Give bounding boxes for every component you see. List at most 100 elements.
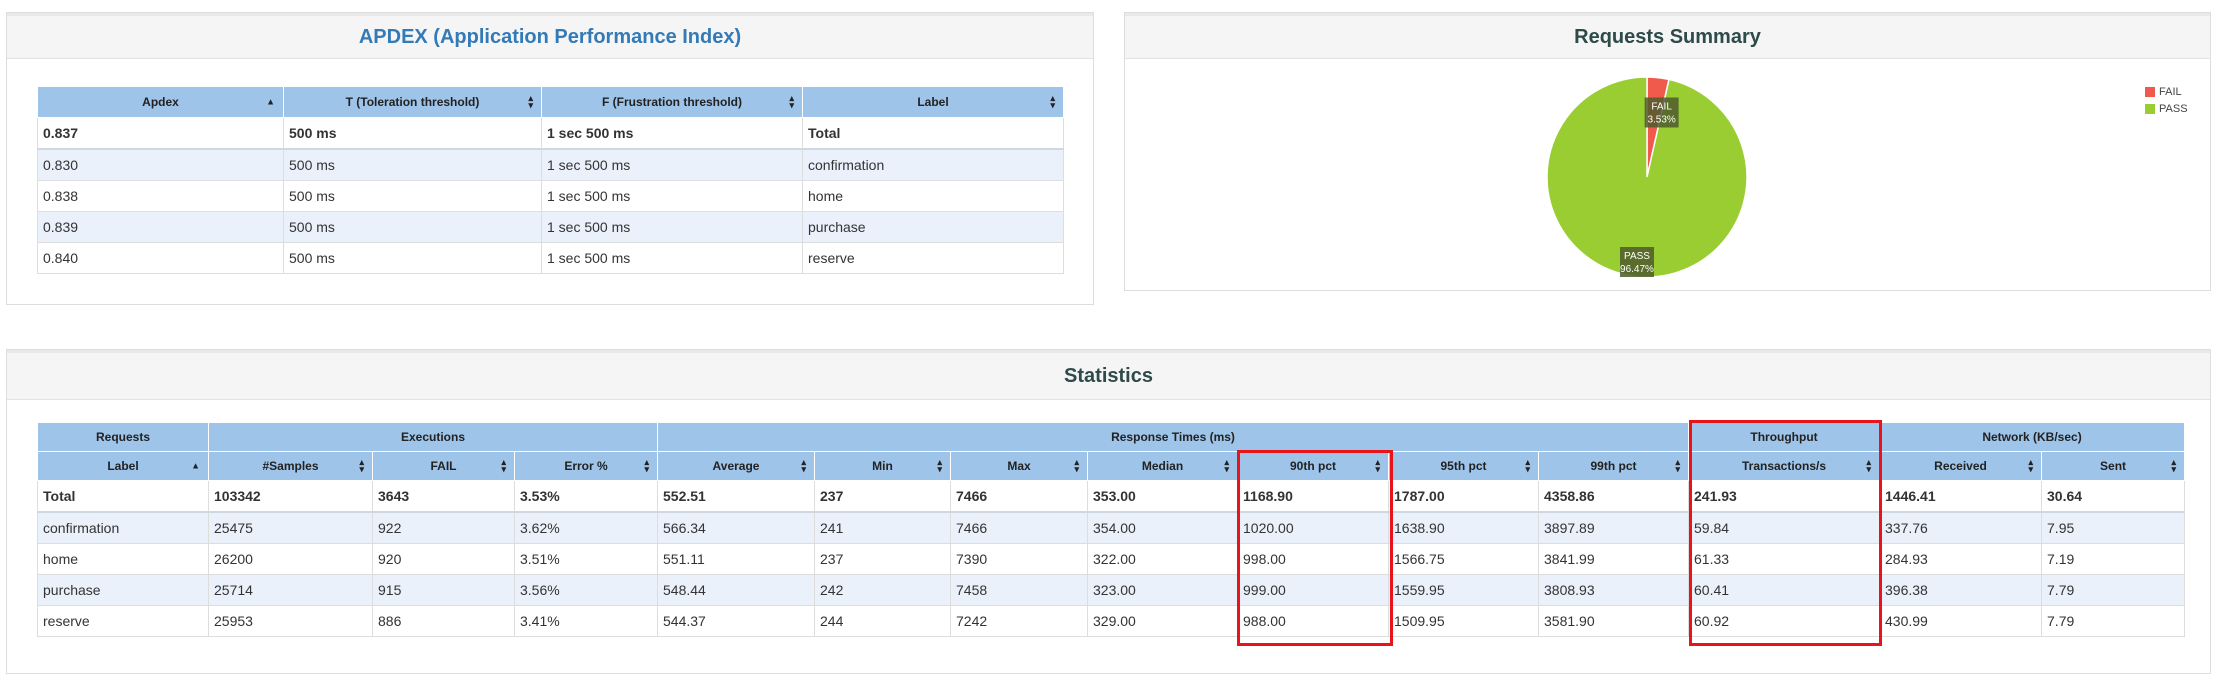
stats-header-8[interactable]: 90th pct ▴ ▾ bbox=[1237, 451, 1390, 481]
stats-cell: 7.19 bbox=[2041, 543, 2186, 575]
stats-header-7[interactable]: Median ▴ ▾ bbox=[1087, 451, 1239, 481]
apdex-cell: 0.838 bbox=[37, 180, 284, 212]
fail-swatch bbox=[2145, 86, 2155, 97]
stats-cell: 3.41% bbox=[513, 605, 659, 637]
sort-asc-icon: ▲ bbox=[191, 460, 200, 471]
pie-label-pass: PASS 96.47% bbox=[1620, 247, 1654, 277]
apdex-cell: 1 sec 500 ms bbox=[541, 211, 803, 243]
apdex-panel: APDEX (Application Performance Index) Ap… bbox=[6, 12, 1094, 305]
apdex-cell: purchase bbox=[802, 211, 1064, 243]
stats-header-0[interactable]: Label ▲ bbox=[37, 451, 209, 481]
stats-cell: 30.64 bbox=[2041, 480, 2186, 513]
apdex-header-apdex[interactable]: Apdex ▲ bbox=[37, 86, 284, 118]
stats-cell: 25953 bbox=[208, 605, 373, 637]
stats-cell: 237 bbox=[814, 480, 952, 513]
pie-legend: FAIL PASS bbox=[2145, 83, 2188, 117]
stats-cell: 241 bbox=[814, 511, 952, 544]
stats-cell: 241.93 bbox=[1688, 480, 1881, 513]
stats-header-1[interactable]: #Samples ▴ ▾ bbox=[208, 451, 373, 481]
stats-cell: 1446.41 bbox=[1879, 480, 2043, 513]
stats-cell: 3808.93 bbox=[1538, 574, 1690, 606]
apdex-header-label[interactable]: Label ▴ ▾ bbox=[802, 86, 1064, 118]
stats-row: home 26200 920 3.51% 551.11 237 7390 322.00 998.… bbox=[37, 543, 2186, 575]
stats-cell: 396.38 bbox=[1879, 574, 2043, 606]
stats-header-11[interactable]: Transactions/s ▴ ▾ bbox=[1688, 451, 1881, 481]
stats-cell: 1566.75 bbox=[1388, 543, 1540, 575]
stats-row: Total 103342 3643 3.53% 552.51 237 7466 353.00 1… bbox=[37, 480, 2186, 513]
stats-cell: 353.00 bbox=[1087, 480, 1239, 513]
group-throughput: Throughput bbox=[1688, 422, 1881, 452]
stats-cell: 552.51 bbox=[657, 480, 816, 513]
apdex-header-f[interactable]: F (Frustration threshold) ▴ ▾ bbox=[541, 86, 803, 118]
stats-cell: 26200 bbox=[208, 543, 373, 575]
apdex-cell: 0.830 bbox=[37, 148, 284, 181]
stats-header-2[interactable]: FAIL ▴ ▾ bbox=[372, 451, 515, 481]
apdex-title: APDEX (Application Performance Index) bbox=[7, 13, 1093, 59]
apdex-cell: 500 ms bbox=[283, 242, 542, 274]
stats-cell: 7.95 bbox=[2041, 511, 2186, 544]
sort-icon: ▴ ▾ bbox=[1525, 457, 1531, 474]
sort-icon: ▴ ▾ bbox=[2171, 457, 2177, 474]
sort-icon: ▴ ▾ bbox=[1866, 457, 1872, 474]
stats-cell: 998.00 bbox=[1237, 543, 1390, 575]
stats-row: reserve 25953 886 3.41% 544.37 244 7242 329.00 9… bbox=[37, 605, 2186, 637]
stats-header-10[interactable]: 99th pct ▴ ▾ bbox=[1538, 451, 1690, 481]
stats-cell: 3643 bbox=[372, 480, 515, 513]
stats-cell: 7242 bbox=[950, 605, 1089, 637]
group-response-times: Response Times (ms) bbox=[657, 422, 1690, 452]
stats-cell: 337.76 bbox=[1879, 511, 2043, 544]
stats-header-5[interactable]: Min ▴ ▾ bbox=[814, 451, 952, 481]
stats-cell: 551.11 bbox=[657, 543, 816, 575]
apdex-cell: 0.839 bbox=[37, 211, 284, 243]
stats-cell: home bbox=[37, 543, 209, 575]
stats-header-4[interactable]: Average ▴ ▾ bbox=[657, 451, 816, 481]
apdex-header-t[interactable]: T (Toleration threshold) ▴ ▾ bbox=[283, 86, 542, 118]
sort-icon: ▴ ▾ bbox=[359, 457, 364, 474]
stats-cell: 1638.90 bbox=[1388, 511, 1540, 544]
stats-cell: 3.62% bbox=[513, 511, 659, 544]
apdex-cell: 500 ms bbox=[283, 117, 542, 150]
sort-icon: ▴ ▾ bbox=[789, 93, 794, 110]
stats-cell: reserve bbox=[37, 605, 209, 637]
stats-cell: 430.99 bbox=[1879, 605, 2043, 637]
sort-icon: ▴ ▾ bbox=[801, 457, 807, 474]
sort-icon: ▴ ▾ bbox=[501, 457, 506, 474]
stats-cell: 1559.95 bbox=[1388, 574, 1540, 606]
stats-cell: 915 bbox=[372, 574, 515, 606]
stats-cell: 1168.90 bbox=[1237, 480, 1390, 513]
apdex-row: 0.838 500 ms 1 sec 500 ms home bbox=[37, 180, 1064, 212]
stats-cell: 59.84 bbox=[1688, 511, 1881, 544]
stats-cell: 3897.89 bbox=[1538, 511, 1690, 544]
stats-cell: 3.51% bbox=[513, 543, 659, 575]
apdex-cell: home bbox=[802, 180, 1064, 212]
legend-item-pass[interactable]: PASS bbox=[2145, 100, 2188, 117]
stats-cell: 7.79 bbox=[2041, 574, 2186, 606]
apdex-row: 0.840 500 ms 1 sec 500 ms reserve bbox=[37, 242, 1064, 274]
stats-cell: 3.56% bbox=[513, 574, 659, 606]
pie-label-fail-text: 3.53% bbox=[1647, 114, 1675, 125]
apdex-cell: 1 sec 500 ms bbox=[541, 148, 803, 181]
sort-icon: ▴ ▾ bbox=[937, 457, 943, 474]
stats-cell: purchase bbox=[37, 574, 209, 606]
stats-cell: 886 bbox=[372, 605, 515, 637]
group-network: Network (KB/sec) bbox=[1879, 422, 2186, 452]
stats-cell: 25475 bbox=[208, 511, 373, 544]
stats-header-6[interactable]: Max ▴ ▾ bbox=[950, 451, 1089, 481]
sort-icon: ▴ ▾ bbox=[1375, 457, 1381, 474]
group-executions: Executions bbox=[207, 422, 659, 452]
stats-row: confirmation 25475 922 3.62% 566.34 241 7466 35… bbox=[37, 511, 2186, 544]
stats-cell: 999.00 bbox=[1237, 574, 1390, 606]
apdex-row: 0.839 500 ms 1 sec 500 ms purchase bbox=[37, 211, 1064, 243]
apdex-cell: reserve bbox=[802, 242, 1064, 274]
sort-icon: ▴ ▾ bbox=[1050, 93, 1055, 110]
stats-cell: 4358.86 bbox=[1538, 480, 1690, 513]
stats-header-9[interactable]: 95th pct ▴ ▾ bbox=[1388, 451, 1540, 481]
stats-header-3[interactable]: Error % ▴ ▾ bbox=[513, 451, 659, 481]
stats-header-12[interactable]: Received ▴ ▾ bbox=[1879, 451, 2043, 481]
stats-cell: 237 bbox=[814, 543, 952, 575]
stats-header-13[interactable]: Sent ▴ ▾ bbox=[2041, 451, 2186, 481]
statistics-title: Statistics bbox=[7, 350, 2210, 400]
stats-cell: 329.00 bbox=[1087, 605, 1239, 637]
legend-item-fail[interactable]: FAIL bbox=[2145, 83, 2188, 100]
requests-summary-panel: Requests Summary FAIL 3.53% PASS 96.47% FAI… bbox=[1124, 12, 2211, 291]
